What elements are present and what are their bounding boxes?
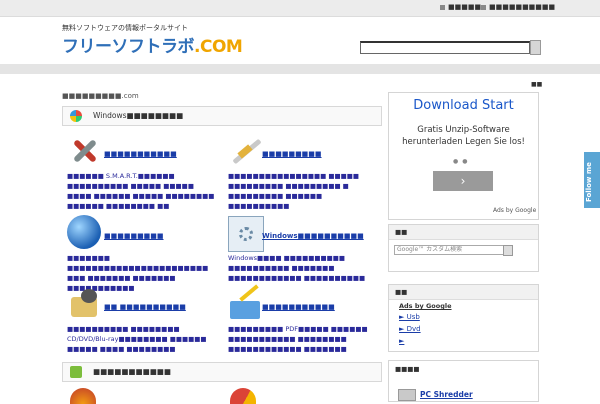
ad-body-line2: herunterladen Legen Sie los!	[402, 137, 525, 147]
logo-main-text: フリーソフトラボ	[62, 37, 195, 57]
category-title[interactable]: ■■■■■■■■■	[262, 150, 322, 158]
logo-com-text: COM	[199, 37, 243, 57]
category-desc: ■■■■■■ S.M.A.R.T.■■■■■■ ■■■■■■■■■■ ■■■■■…	[67, 172, 215, 210]
site-search-input[interactable]	[360, 41, 530, 54]
puzzle-icon	[70, 366, 82, 378]
shredder-icon	[398, 389, 416, 401]
chrome-icon[interactable]	[230, 388, 256, 404]
ad-link-dvd[interactable]: ► Dvd	[399, 325, 421, 333]
syringe-icon[interactable]	[228, 134, 262, 168]
follow-me-label: Follow me	[585, 162, 593, 202]
category-title[interactable]: Windows■■■■■■■■■■	[262, 232, 364, 240]
ad-headline[interactable]: Download Start	[389, 98, 538, 113]
top-link-2-label: ■■■■■■■■■■	[489, 3, 556, 11]
sidebar-search-header: ■■	[389, 225, 538, 240]
corner-mark: ■■	[531, 81, 543, 88]
globe-icon[interactable]	[67, 215, 101, 249]
sidebar-ads-header: ■■	[389, 285, 538, 300]
pc-shredder-link[interactable]: PC Shredder	[420, 390, 473, 399]
category-desc: ■■■■■■■■■■■■■■■■ ■■■■■ ■■■■■■■■■ ■■■■■■■…	[228, 172, 360, 210]
google-search-button[interactable]	[503, 245, 513, 256]
bullet-icon	[481, 4, 486, 10]
follow-me-tab[interactable]: Follow me	[584, 152, 600, 208]
music-folder-icon[interactable]	[67, 287, 101, 321]
category-title[interactable]: ■■ ■■■■■■■■■■	[104, 303, 186, 311]
windows-section-title: Windows■■■■■■■■	[93, 111, 184, 120]
firefox-icon[interactable]	[70, 388, 96, 404]
top-bar: ■■■■■ ■■■■■■■■■■	[0, 0, 600, 17]
windows-logo-icon	[70, 110, 82, 122]
category-title[interactable]: ■■■■■■■■■■■	[262, 303, 335, 311]
sidebar-featured-title: ■■■■	[395, 365, 420, 373]
category-title[interactable]: ■■■■■■■■■	[104, 232, 164, 240]
sidebar-ads-title: ■■	[395, 288, 408, 296]
ad-link-usb[interactable]: ► Usb	[399, 313, 420, 321]
sidebar-search-box: ■■ Google™ カスタム検索	[388, 224, 539, 272]
category-desc: ■■■■■■■■■ PDF■■■■■ ■■■■■■ ■■■■■■■■■■■ ■■…	[228, 325, 368, 353]
sidebar-ads-box: ■■ Ads by Google ► Usb ► Dvd ►	[388, 284, 539, 352]
ads-by-google-link[interactable]: Ads by Google	[399, 302, 452, 310]
google-custom-search-input[interactable]: Google™ カスタム検索	[394, 245, 504, 255]
top-link-1[interactable]: ■■■■■	[440, 3, 481, 11]
ad-body: Gratis Unzip-Software herunterladen Lege…	[389, 124, 538, 148]
bullet-icon	[440, 4, 445, 10]
category-desc: Windows■■■■ ■■■■■■■■■■ ■■■■■■■■■■ ■■■■■■…	[228, 254, 366, 282]
category-title[interactable]: ■■■■■■■■■■■	[104, 150, 177, 158]
top-link-2[interactable]: ■■■■■■■■■■	[481, 3, 555, 11]
ad-next-button[interactable]: ›	[433, 171, 493, 191]
addons-section-header: ■■■■■■■■■■■	[62, 362, 382, 382]
window-settings-icon[interactable]	[228, 216, 264, 252]
nav-bar	[0, 64, 600, 74]
ad-body-line1: Gratis Unzip-Software	[417, 125, 510, 135]
breadcrumb[interactable]: ■■■■■■■■■.com	[62, 92, 139, 100]
top-link-1-label: ■■■■■	[448, 3, 482, 11]
sidebar-featured-header: ■■■■	[389, 361, 538, 375]
ad-link-3[interactable]: ►	[399, 337, 404, 345]
ad-banner[interactable]: Download Start Gratis Unzip-Software her…	[388, 92, 539, 220]
tools-icon[interactable]	[67, 134, 101, 168]
site-logo[interactable]: フリーソフトラボ.COM	[62, 32, 243, 57]
ad-pagination-dots[interactable]: ●●	[453, 158, 471, 165]
addons-section-title: ■■■■■■■■■■■	[93, 367, 171, 376]
ads-by-google-label[interactable]: Ads by Google	[493, 207, 536, 214]
site-search-button[interactable]	[530, 40, 541, 55]
paint-icon[interactable]	[228, 284, 262, 321]
windows-section-header: Windows■■■■■■■■	[62, 106, 382, 126]
sidebar-search-title: ■■	[395, 228, 408, 236]
category-desc: ■■■■■■■■■■ ■■■■■■■■ CD/DVD/Blu-ray■■■■■■…	[67, 325, 207, 353]
